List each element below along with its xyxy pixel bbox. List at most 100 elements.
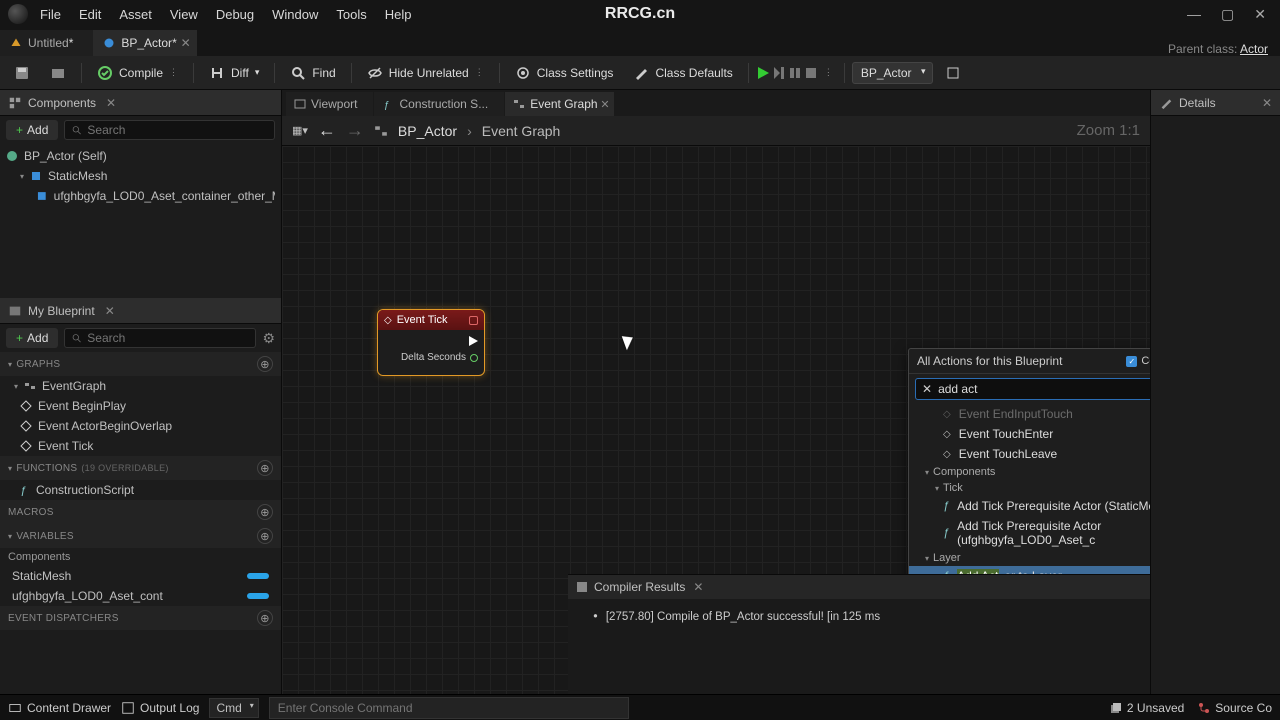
- add-new-button[interactable]: +Add: [6, 328, 58, 348]
- history-dropdown-icon[interactable]: ▦▾: [292, 124, 308, 137]
- back-icon[interactable]: ←: [318, 120, 336, 141]
- myblueprint-search-input[interactable]: [87, 331, 249, 345]
- expand-icon[interactable]: ▾: [20, 172, 24, 181]
- menu-tools[interactable]: Tools: [336, 7, 366, 22]
- tab-bp-actor[interactable]: BP_Actor* ✕: [93, 30, 196, 56]
- close-icon[interactable]: ✕: [1254, 6, 1266, 23]
- save-button[interactable]: [6, 61, 38, 85]
- menu-debug[interactable]: Debug: [216, 7, 254, 22]
- section-macros[interactable]: MACROS⊕: [0, 500, 281, 524]
- context-search[interactable]: ✕: [915, 378, 1150, 400]
- locate-button[interactable]: [937, 61, 969, 85]
- tab-event-graph[interactable]: Event Graph✕: [505, 92, 613, 116]
- delta-seconds-pin[interactable]: Delta Seconds: [384, 352, 478, 363]
- minimize-icon[interactable]: —: [1187, 6, 1201, 23]
- menu-file[interactable]: File: [40, 7, 61, 22]
- myblueprint-search[interactable]: [64, 328, 256, 348]
- add-dispatcher-icon[interactable]: ⊕: [257, 610, 273, 626]
- add-macro-icon[interactable]: ⊕: [257, 504, 273, 520]
- forward-icon[interactable]: →: [346, 120, 364, 141]
- diff-button[interactable]: Diff▾: [201, 61, 267, 85]
- context-item[interactable]: Add Tick Prerequisite Actor (ufghbgyfa_L…: [909, 516, 1150, 550]
- tab-viewport[interactable]: Viewport: [286, 92, 373, 116]
- breadcrumb-leaf[interactable]: Event Graph: [482, 123, 561, 139]
- menu-asset[interactable]: Asset: [119, 7, 152, 22]
- components-search-input[interactable]: [87, 123, 268, 137]
- add-function-icon[interactable]: ⊕: [257, 460, 273, 476]
- source-control-button[interactable]: Source Co: [1198, 701, 1272, 715]
- context-item[interactable]: Event TouchEnter: [909, 424, 1150, 444]
- section-graphs[interactable]: ▾GRAPHS⊕: [0, 352, 281, 376]
- console-command-input[interactable]: [269, 697, 629, 719]
- panel-close-icon[interactable]: ✕: [1262, 96, 1272, 110]
- myblueprint-panel-header[interactable]: My Blueprint ✕: [0, 298, 281, 324]
- graph-root[interactable]: ▾EventGraph: [0, 376, 281, 396]
- variable-row[interactable]: ufghbgyfa_LOD0_Aset_cont: [0, 586, 281, 606]
- add-graph-icon[interactable]: ⊕: [257, 356, 273, 372]
- function-row[interactable]: ƒConstructionScript: [0, 480, 281, 500]
- graph-child[interactable]: Event Tick: [0, 436, 281, 456]
- node-toggle-icon[interactable]: [469, 316, 478, 325]
- component-row-root[interactable]: BP_Actor (Self): [0, 146, 281, 166]
- compile-button[interactable]: Compile ⋮: [89, 61, 186, 85]
- menu-window[interactable]: Window: [272, 7, 318, 22]
- maximize-icon[interactable]: ▢: [1221, 6, 1234, 23]
- menu-help[interactable]: Help: [385, 7, 412, 22]
- context-category[interactable]: Components: [909, 464, 1150, 480]
- component-row-child[interactable]: ufghbgyfa_LOD0_Aset_container_other_M: [0, 186, 281, 206]
- breadcrumb-root[interactable]: BP_Actor: [398, 123, 457, 139]
- add-component-button[interactable]: +Add: [6, 120, 58, 140]
- tab-untitled[interactable]: Untitled*: [0, 30, 93, 56]
- menu-view[interactable]: View: [170, 7, 198, 22]
- graph-child[interactable]: Event BeginPlay: [0, 396, 281, 416]
- context-sensitive-toggle[interactable]: ✓Context Sensitive▸: [1126, 355, 1150, 367]
- tab-close-icon[interactable]: ✕: [600, 98, 609, 111]
- hide-unrelated-button[interactable]: Hide Unrelated ⋮: [359, 61, 492, 85]
- section-variables[interactable]: ▾VARIABLES⊕: [0, 524, 281, 548]
- graph-child[interactable]: Event ActorBeginOverlap: [0, 416, 281, 436]
- compiler-results-header[interactable]: Compiler Results ✕: [568, 575, 1150, 599]
- class-settings-button[interactable]: Class Settings: [507, 61, 622, 85]
- components-panel-header[interactable]: Components ✕: [0, 90, 281, 116]
- output-log-button[interactable]: Output Log: [121, 701, 199, 715]
- exec-out-pin[interactable]: [384, 336, 478, 346]
- unsaved-indicator[interactable]: 2 Unsaved: [1110, 701, 1184, 715]
- class-defaults-button[interactable]: Class Defaults: [625, 61, 740, 85]
- context-item[interactable]: Add Tick Prerequisite Actor (StaticMesh): [909, 496, 1150, 516]
- context-category[interactable]: Layer: [909, 550, 1150, 566]
- context-item[interactable]: Event TouchLeave: [909, 444, 1150, 464]
- play-icon[interactable]: [756, 66, 770, 80]
- panel-close-icon[interactable]: ✕: [693, 580, 703, 594]
- gear-icon[interactable]: ⚙: [262, 330, 275, 347]
- content-drawer-button[interactable]: Content Drawer: [8, 701, 111, 715]
- component-row-staticmesh[interactable]: ▾StaticMesh: [0, 166, 281, 186]
- add-variable-icon[interactable]: ⊕: [257, 528, 273, 544]
- tab-construction[interactable]: ƒConstruction S...: [374, 92, 504, 116]
- chevron-down-icon[interactable]: ⋮: [169, 67, 178, 78]
- node-event-tick[interactable]: ◇Event Tick Delta Seconds: [377, 309, 485, 376]
- context-item[interactable]: Event EndInputTouch: [909, 404, 1150, 424]
- details-panel-header[interactable]: Details ✕: [1151, 90, 1280, 116]
- step-icon[interactable]: [772, 66, 786, 80]
- section-functions[interactable]: ▾FUNCTIONS (19 OVERRIDABLE)⊕: [0, 456, 281, 480]
- main-menu[interactable]: File Edit Asset View Debug Window Tools …: [40, 7, 412, 22]
- context-search-input[interactable]: [938, 382, 1150, 396]
- pause-icon[interactable]: [788, 66, 802, 80]
- context-category[interactable]: Tick: [909, 480, 1150, 496]
- components-search[interactable]: [64, 120, 275, 140]
- parent-class-link[interactable]: Actor: [1240, 42, 1268, 56]
- clear-search-icon[interactable]: ✕: [922, 382, 932, 396]
- browse-button[interactable]: [42, 61, 74, 85]
- menu-edit[interactable]: Edit: [79, 7, 101, 22]
- section-dispatchers[interactable]: EVENT DISPATCHERS⊕: [0, 606, 281, 630]
- find-button[interactable]: Find: [282, 61, 343, 85]
- play-options-icon[interactable]: ⋮: [820, 67, 837, 78]
- stop-icon[interactable]: [804, 66, 818, 80]
- tab-close-icon[interactable]: ✕: [181, 36, 191, 50]
- variable-row[interactable]: StaticMesh: [0, 566, 281, 586]
- panel-close-icon[interactable]: ✕: [105, 304, 115, 318]
- panel-close-icon[interactable]: ✕: [106, 96, 116, 110]
- debug-object-selector[interactable]: BP_Actor: [852, 62, 933, 84]
- cmd-type-selector[interactable]: Cmd: [209, 698, 258, 718]
- variables-category[interactable]: Components: [0, 548, 281, 566]
